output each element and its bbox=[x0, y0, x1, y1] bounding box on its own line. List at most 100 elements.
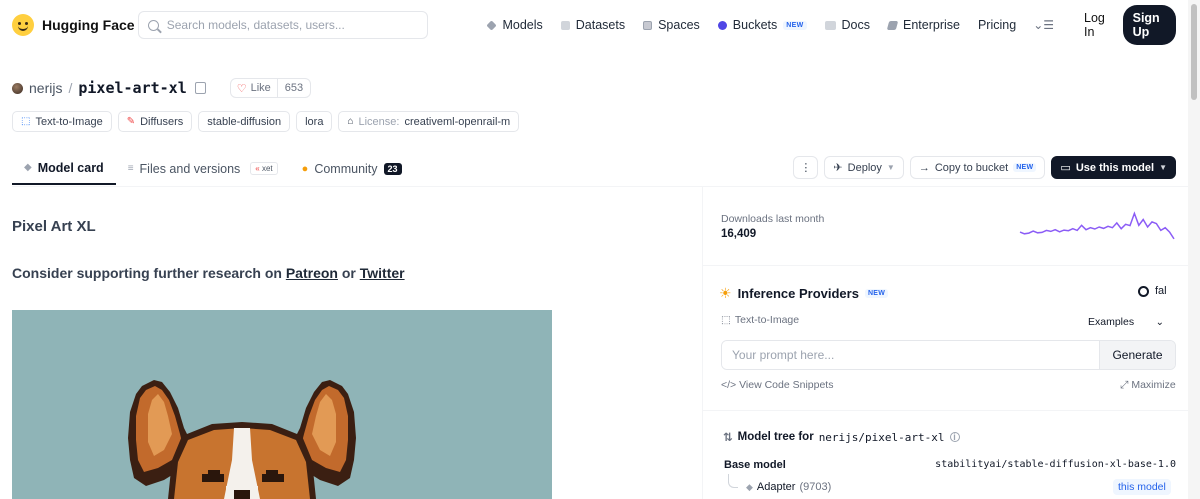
license-icon: ⌂ bbox=[347, 116, 354, 127]
like-button[interactable]: ♡ Like 653 bbox=[229, 78, 312, 98]
base-model-link[interactable]: stabilityai/stable-diffusion-xl-base-1.0 bbox=[935, 459, 1176, 470]
model-card-title: Pixel Art XL bbox=[12, 218, 96, 235]
xet-label: xet bbox=[261, 164, 273, 173]
nav-spaces[interactable]: Spaces bbox=[634, 11, 709, 39]
more-options-button[interactable]: ⋮ bbox=[793, 156, 819, 179]
hugging-face-logo-icon bbox=[12, 14, 34, 36]
tag-text-to-image[interactable]: ⬚ Text-to-Image bbox=[12, 111, 112, 132]
brand-link[interactable]: Hugging Face bbox=[12, 14, 136, 36]
support-text: Consider supporting further research on bbox=[12, 265, 282, 281]
copy-to-bucket-button[interactable]: → Copy to bucket NEW bbox=[909, 156, 1046, 179]
nav-pricing[interactable]: Pricing bbox=[969, 11, 1025, 39]
task-label: ⬚ Text-to-Image bbox=[721, 314, 799, 326]
enterprise-icon bbox=[886, 20, 899, 30]
model-tree-header: ⇅ Model tree for nerijs/pixel-art-xl i bbox=[723, 430, 960, 444]
downloads-value: 16,409 bbox=[721, 228, 757, 240]
tag-label: creativeml-openrail-m bbox=[404, 115, 511, 128]
chevron-down-icon: ⌄ bbox=[1155, 316, 1164, 328]
tag-lora[interactable]: lora bbox=[296, 111, 333, 132]
nav-enterprise[interactable]: Enterprise bbox=[879, 11, 969, 39]
nav-docs[interactable]: Docs bbox=[816, 11, 879, 39]
owner-avatar[interactable] bbox=[12, 82, 23, 94]
search-icon bbox=[147, 19, 159, 31]
prompt-input[interactable] bbox=[722, 341, 1099, 369]
book-icon bbox=[824, 20, 836, 30]
info-icon[interactable]: i bbox=[949, 432, 960, 442]
search-input[interactable] bbox=[166, 18, 417, 32]
panel-separator bbox=[703, 410, 1188, 411]
nav-buckets[interactable]: Buckets NEW bbox=[709, 11, 816, 39]
tab-model-card[interactable]: ◆ Model card bbox=[12, 152, 116, 185]
generate-button[interactable]: Generate bbox=[1099, 341, 1175, 369]
twitter-link[interactable]: Twitter bbox=[360, 265, 405, 281]
monitor-icon: ▭ bbox=[1060, 162, 1071, 174]
repo-name-link[interactable]: pixel-art-xl bbox=[78, 79, 186, 97]
top-navbar: Hugging Face Models Datasets Spaces Buck… bbox=[0, 0, 1188, 50]
tabs-divider bbox=[12, 186, 1188, 187]
tag-list: ⬚ Text-to-Image ✎ Diffusers stable-diffu… bbox=[12, 111, 520, 132]
prompt-bar: Generate bbox=[721, 340, 1176, 370]
grid-icon bbox=[643, 20, 653, 30]
view-code-snippets-link[interactable]: </> View Code Snippets bbox=[721, 379, 833, 391]
new-badge: NEW bbox=[1013, 163, 1037, 172]
tag-stable-diffusion[interactable]: stable-diffusion bbox=[198, 111, 291, 132]
deploy-icon: ✈ bbox=[833, 162, 843, 174]
like-label: Like bbox=[250, 82, 271, 94]
examples-label: Examples bbox=[1088, 316, 1135, 328]
repo-header: nerijs / pixel-art-xl ♡ Like 653 bbox=[12, 78, 312, 98]
cube-icon: ◆ bbox=[746, 481, 753, 492]
base-model-label: Base model bbox=[724, 459, 786, 471]
downloads-label: Downloads last month bbox=[721, 213, 825, 225]
inference-providers-header: ☀ Inference Providers NEW bbox=[719, 285, 889, 302]
heart-icon: ♡ bbox=[236, 82, 247, 95]
corgi-illustration bbox=[12, 310, 552, 499]
task-name: Text-to-Image bbox=[734, 314, 800, 326]
use-this-model-button[interactable]: ▭ Use this model ▼ bbox=[1051, 156, 1176, 179]
tab-community[interactable]: ● Community 23 bbox=[290, 152, 414, 185]
text-to-image-icon: ⬚ bbox=[721, 314, 731, 326]
use-this-model-label: Use this model bbox=[1075, 161, 1155, 174]
deploy-button[interactable]: ✈ Deploy ▼ bbox=[824, 156, 904, 179]
maximize-icon: ⤢ bbox=[1120, 379, 1129, 391]
adapter-count: (9703) bbox=[799, 481, 832, 493]
more-menu-icon[interactable]: ⌄☰ bbox=[1025, 18, 1062, 32]
tag-diffusers[interactable]: ✎ Diffusers bbox=[117, 111, 193, 132]
tree-title-prefix: Model tree for bbox=[737, 431, 814, 443]
inference-title: Inference Providers bbox=[737, 286, 859, 301]
tab-files-and-versions[interactable]: ≡ Files and versions « xet bbox=[116, 152, 290, 185]
adapter-link[interactable]: ◆ Adapter (9703) bbox=[746, 481, 831, 493]
pixel-art-corgi-image bbox=[12, 310, 552, 499]
login-link[interactable]: Log In bbox=[1074, 11, 1119, 39]
maximize-button[interactable]: ⤢ Maximize bbox=[1120, 379, 1176, 392]
examples-dropdown[interactable]: Examples ⌄ bbox=[1080, 312, 1172, 332]
copy-icon[interactable] bbox=[194, 82, 206, 94]
bucket-icon bbox=[717, 20, 727, 30]
tab-label: Model card bbox=[37, 160, 104, 175]
chevron-down-icon: ▼ bbox=[886, 163, 895, 172]
nav-datasets[interactable]: Datasets bbox=[552, 11, 634, 39]
patreon-link[interactable]: Patreon bbox=[286, 265, 338, 281]
tab-label: Files and versions bbox=[139, 161, 241, 176]
provider-selector[interactable]: fal bbox=[1138, 285, 1167, 297]
sun-icon: ☀ bbox=[719, 285, 732, 301]
sidebar-divider bbox=[702, 187, 703, 499]
tag-license[interactable]: ⌂ License: creativeml-openrail-m bbox=[338, 111, 520, 132]
nav-models-label: Models bbox=[502, 18, 543, 32]
search-box[interactable] bbox=[137, 11, 429, 39]
page-scrollbar[interactable] bbox=[1188, 0, 1200, 499]
chevron-down-icon: ▼ bbox=[1159, 163, 1167, 172]
repo-slash: / bbox=[68, 80, 73, 96]
provider-name: fal bbox=[1155, 285, 1167, 297]
scrollbar-thumb[interactable] bbox=[1191, 4, 1197, 100]
tag-label: Diffusers bbox=[140, 115, 184, 128]
sparkline-series bbox=[1019, 211, 1175, 240]
community-icon: ● bbox=[301, 162, 309, 175]
nav-links: Models Datasets Spaces Buckets NEW Docs … bbox=[478, 5, 1177, 45]
repo-tabs: ◆ Model card ≡ Files and versions « xet … bbox=[12, 152, 414, 187]
support-line: Consider supporting further research on … bbox=[12, 265, 405, 281]
text-to-image-icon: ⬚ bbox=[21, 116, 31, 127]
like-count[interactable]: 653 bbox=[278, 82, 310, 94]
signup-button[interactable]: Sign Up bbox=[1122, 5, 1177, 45]
repo-owner-link[interactable]: nerijs bbox=[29, 80, 62, 96]
nav-models[interactable]: Models bbox=[478, 11, 551, 39]
